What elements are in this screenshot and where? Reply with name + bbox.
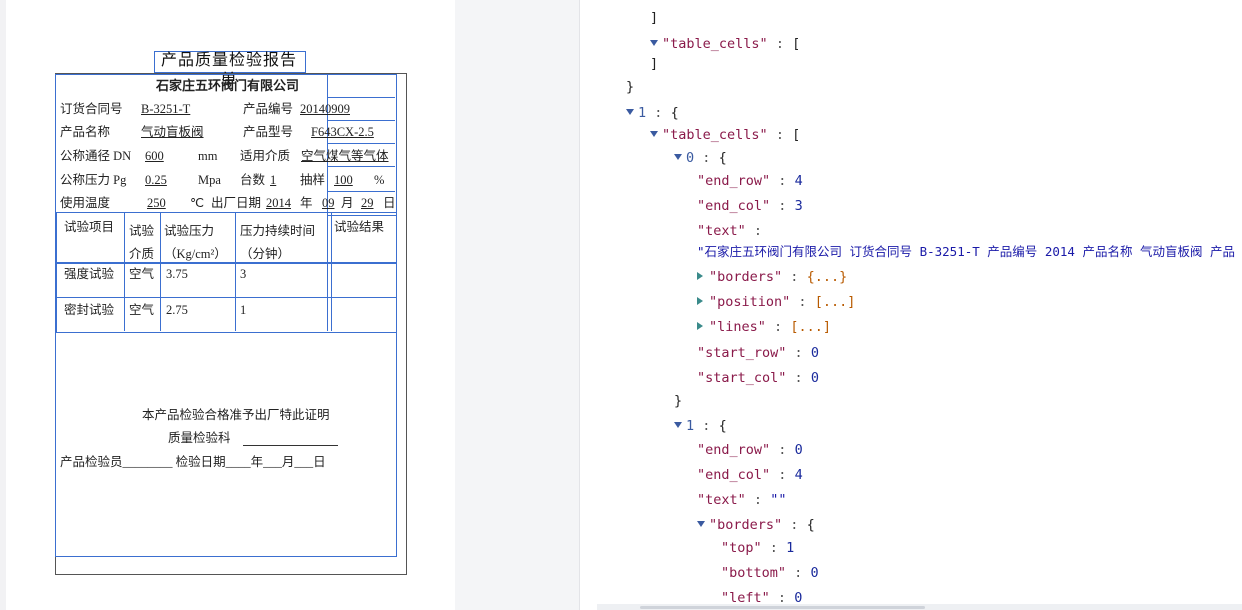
product-name-label: 产品名称 (60, 125, 111, 139)
temp-value: 250 (147, 196, 166, 210)
json-node-borders[interactable]: "borders" : { (697, 516, 815, 534)
json-text-empty: "text" : "" (697, 492, 787, 508)
qc-signature-line (243, 445, 338, 446)
dn-unit: mm (198, 149, 218, 163)
header-pressure: 试验压力（Kg/cm²） (164, 224, 227, 261)
row-strength-pressure: 3.75 (166, 267, 188, 281)
inspector-line: 产品检验员________ 检验日期____年___月___日 (60, 455, 326, 469)
json-node-cell-1[interactable]: 1 : { (674, 417, 727, 435)
json-start-row: "start_row" : 0 (697, 345, 819, 361)
sample-value: 100 (334, 173, 353, 187)
json-position-collapsed[interactable]: "position" : [...] (697, 293, 855, 311)
json-lines-collapsed[interactable]: "lines" : [...] (697, 318, 831, 336)
product-no-label: 产品编号 (243, 102, 294, 116)
date-month: 09 (322, 196, 335, 210)
product-no-value: 20140909 (300, 102, 350, 116)
right-cell-column (327, 74, 397, 216)
json-node-table-cells[interactable]: "table_cells" : [ (650, 126, 800, 144)
product-model-label: 产品型号 (243, 125, 294, 139)
collapse-toggle-icon[interactable] (650, 131, 658, 137)
json-brace-close: } (674, 393, 683, 409)
json-start-col: "start_col" : 0 (697, 370, 819, 386)
sample-unit: % (374, 173, 385, 187)
count-label: 台数 (240, 173, 266, 187)
date-label: 出厂日期 (211, 196, 262, 210)
day-char: 日 (383, 196, 396, 210)
row-seal-item: 密封试验 (64, 303, 115, 317)
json-border-bottom: "bottom" : 0 (721, 565, 819, 581)
count-value: 1 (270, 173, 277, 187)
cell-divider (327, 97, 395, 98)
json-end-row: "end_row" : 4 (697, 173, 803, 189)
row-strength-duration: 3 (240, 267, 247, 281)
qc-dept: 质量检验科 (168, 431, 231, 445)
json-text-value: "石家庄五环阀门有限公司 订货合同号 B-3251-T 产品编号 2014 产品… (697, 244, 1236, 259)
collapse-toggle-icon[interactable] (626, 109, 634, 115)
row-strength-item: 强度试验 (64, 267, 115, 281)
json-end-col: "end_col" : 4 (697, 467, 803, 483)
col-divider (160, 212, 161, 331)
product-model-value: F643CX-2.5 (311, 125, 374, 139)
dn-label: 公称通径 DN (60, 149, 132, 163)
company-name: 石家庄五环阀门有限公司 (156, 78, 300, 93)
horizontal-scrollbar-thumb[interactable] (640, 606, 925, 609)
cell-divider (327, 120, 395, 121)
col-divider (331, 212, 332, 331)
json-border-top: "top" : 1 (721, 540, 795, 556)
cell-divider (327, 143, 395, 144)
pressure-unit: Mpa (198, 173, 221, 187)
medium-value: 空气煤气等气体 (301, 149, 389, 163)
dn-value: 600 (145, 149, 164, 163)
row-seal-duration: 1 (240, 303, 247, 317)
json-end-col: "end_col" : 3 (697, 198, 803, 214)
product-name-value: 气动盲板阀 (141, 125, 204, 139)
json-bracket-close: ] (650, 10, 659, 26)
expand-toggle-icon[interactable] (697, 322, 703, 330)
header-duration: 压力持续时间（分钟） (240, 224, 316, 261)
col-divider (124, 212, 125, 331)
year-char: 年 (300, 196, 313, 210)
header-result: 试验结果 (334, 220, 385, 234)
document-title: 产品质量检验报告单 (160, 52, 297, 89)
json-viewer-pane: ] "table_cells" : [ ] } 1 : { "table_cel… (580, 0, 1242, 610)
pressure-value: 0.25 (145, 173, 167, 187)
header-medium: 试验介质 (129, 224, 155, 261)
row-seal-medium: 空气 (129, 303, 155, 317)
date-year: 2014 (266, 196, 291, 210)
expand-toggle-icon[interactable] (697, 297, 703, 305)
json-end-row: "end_row" : 0 (697, 442, 803, 458)
col-divider (235, 212, 236, 331)
order-label: 订货合同号 (60, 102, 123, 116)
json-borders-collapsed[interactable]: "borders" : {...} (697, 268, 847, 286)
cell-divider (327, 166, 395, 167)
certify-text: 本产品检验合格准予出厂特此证明 (142, 408, 330, 422)
cell-divider (327, 191, 395, 192)
header-item: 试验项目 (64, 220, 115, 234)
row-seal-pressure: 2.75 (166, 303, 188, 317)
date-day: 29 (361, 196, 374, 210)
pane-gap (455, 0, 579, 610)
json-brace-close: } (626, 79, 635, 95)
temp-unit: ℃ (190, 196, 205, 210)
pressure-label: 公称压力 Pg (60, 173, 127, 187)
sample-label: 抽样 (300, 173, 326, 187)
json-text-key: "text" : (697, 223, 763, 239)
collapse-toggle-icon[interactable] (697, 521, 705, 527)
temp-label: 使用温度 (60, 196, 111, 210)
json-bracket-close: ] (650, 56, 659, 72)
collapse-toggle-icon[interactable] (650, 40, 658, 46)
order-value: B-3251-T (141, 102, 191, 116)
medium-label: 适用介质 (240, 149, 291, 163)
collapse-toggle-icon[interactable] (674, 422, 682, 428)
month-char: 月 (341, 196, 354, 210)
left-edge-strip (0, 0, 6, 610)
collapse-toggle-icon[interactable] (674, 154, 682, 160)
json-node-index-1[interactable]: 1 : { (626, 104, 679, 122)
row-strength-medium: 空气 (129, 267, 155, 281)
json-node-table-cells-empty[interactable]: "table_cells" : [ (650, 35, 800, 53)
json-node-cell-0[interactable]: 0 : { (674, 149, 727, 167)
document-preview-pane: 产品质量检验报告单 石家庄五环阀门有限公司 订货合同号 B-3251-T 产品编… (0, 0, 455, 610)
expand-toggle-icon[interactable] (697, 272, 703, 280)
